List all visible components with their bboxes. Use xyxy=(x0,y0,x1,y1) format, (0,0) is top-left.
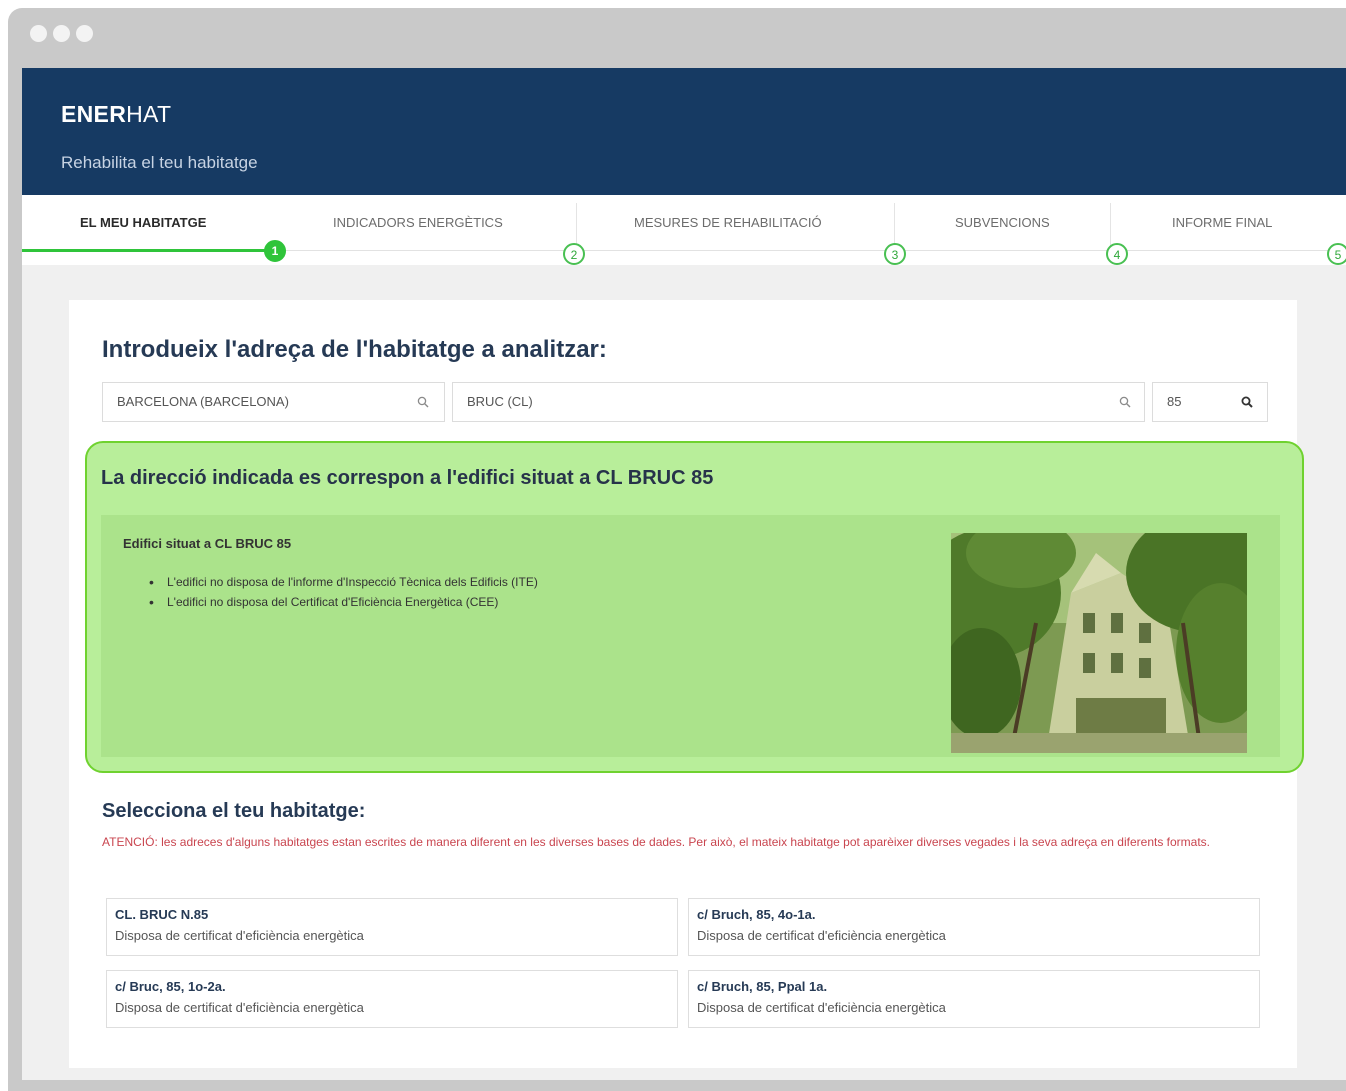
step-number-3[interactable]: 3 xyxy=(884,243,906,265)
municipality-input[interactable]: BARCELONA (BARCELONA) xyxy=(102,382,445,422)
search-icon[interactable] xyxy=(1241,383,1253,422)
dwelling-certificate-status: Disposa de certificat d'eficiència energ… xyxy=(115,928,364,943)
dwelling-certificate-status: Disposa de certificat d'eficiència energ… xyxy=(697,1000,946,1015)
app-tagline: Rehabilita el teu habitatge xyxy=(61,153,258,172)
dwelling-option[interactable]: c/ Bruch, 85, Ppal 1a. Disposa de certif… xyxy=(688,970,1260,1028)
building-fact-cee: L'edifici no disposa del Certificat d'Ef… xyxy=(149,592,538,612)
street-number-value: 85 xyxy=(1167,394,1182,409)
brand-bold: ENER xyxy=(61,101,127,127)
page-viewport: ENERHAT Rehabilita el teu habitatge EL M… xyxy=(22,68,1346,1080)
building-fact-ite: L'edifici no disposa de l'informe d'Insp… xyxy=(149,572,538,592)
window-titlebar xyxy=(8,8,1346,54)
step-number-1[interactable]: 1 xyxy=(264,240,286,262)
dwelling-certificate-status: Disposa de certificat d'eficiència energ… xyxy=(697,928,946,943)
search-icon[interactable] xyxy=(1119,383,1131,422)
search-icon[interactable] xyxy=(417,383,429,422)
dwelling-address: c/ Bruc, 85, 1o-2a. xyxy=(115,979,226,994)
tab-subvencions[interactable]: SUBVENCIONS xyxy=(955,215,1050,230)
step-divider xyxy=(894,203,895,247)
street-value: BRUC (CL) xyxy=(467,394,533,409)
step-divider xyxy=(1110,203,1111,247)
dwelling-warning: ATENCIÓ: les adreces d'alguns habitatges… xyxy=(102,835,1211,849)
tab-indicadors-energetics[interactable]: INDICADORS ENERGÈTICS xyxy=(333,215,503,230)
step-divider xyxy=(576,203,577,247)
tab-mesures-de-rehabilitacio[interactable]: MESURES DE REHABILITACIÓ xyxy=(634,215,822,230)
dwelling-address: c/ Bruch, 85, Ppal 1a. xyxy=(697,979,828,994)
address-card: Introdueix l'adreça de l'habitatge a ana… xyxy=(69,300,1304,1068)
street-input[interactable]: BRUC (CL) xyxy=(452,382,1145,422)
dwelling-option[interactable]: CL. BRUC N.85 Disposa de certificat d'ef… xyxy=(106,898,678,956)
step-number-5[interactable]: 5 xyxy=(1327,243,1346,265)
step-progress-bar xyxy=(22,249,267,252)
browser-window: ENERHAT Rehabilita el teu habitatge EL M… xyxy=(8,8,1346,1091)
window-minimize-button[interactable] xyxy=(53,25,70,42)
step-number-4[interactable]: 4 xyxy=(1106,243,1128,265)
dwelling-address: CL. BRUC N.85 xyxy=(115,907,209,922)
building-details: Edifici situat a CL BRUC 85 L'edifici no… xyxy=(101,515,1280,757)
dwelling-address: c/ Bruch, 85, 4o-1a. xyxy=(697,907,816,922)
step-number-2[interactable]: 2 xyxy=(563,243,585,265)
window-maximize-button[interactable] xyxy=(76,25,93,42)
dwelling-section-title: Selecciona el teu habitatge: xyxy=(102,800,366,822)
dwelling-certificate-status: Disposa de certificat d'eficiència energ… xyxy=(115,1000,364,1015)
dwelling-option[interactable]: c/ Bruc, 85, 1o-2a. Disposa de certifica… xyxy=(106,970,678,1028)
page-title: Introdueix l'adreça de l'habitatge a ana… xyxy=(102,336,607,363)
building-match-panel: La direcció indicada es correspon a l'ed… xyxy=(85,441,1304,773)
app-logo[interactable]: ENERHAT xyxy=(61,101,171,128)
brand-rest: HAT xyxy=(126,101,172,127)
building-photo xyxy=(951,533,1247,753)
tab-informe-final[interactable]: INFORME FINAL xyxy=(1172,215,1272,230)
building-heading: La direcció indicada es correspon a l'ed… xyxy=(101,467,714,489)
building-subheading: Edifici situat a CL BRUC 85 xyxy=(123,536,292,551)
municipality-value: BARCELONA (BARCELONA) xyxy=(117,394,289,409)
tab-el-meu-habitatge[interactable]: EL MEU HABITATGE xyxy=(80,215,206,230)
building-facts: L'edifici no disposa de l'informe d'Insp… xyxy=(149,572,538,612)
street-number-input[interactable]: 85 xyxy=(1152,382,1268,422)
step-navigation: EL MEU HABITATGE INDICADORS ENERGÈTICS M… xyxy=(22,195,1346,265)
dwelling-option[interactable]: c/ Bruch, 85, 4o-1a. Disposa de certific… xyxy=(688,898,1260,956)
window-close-button[interactable] xyxy=(30,25,47,42)
app-header: ENERHAT Rehabilita el teu habitatge xyxy=(22,68,1346,195)
